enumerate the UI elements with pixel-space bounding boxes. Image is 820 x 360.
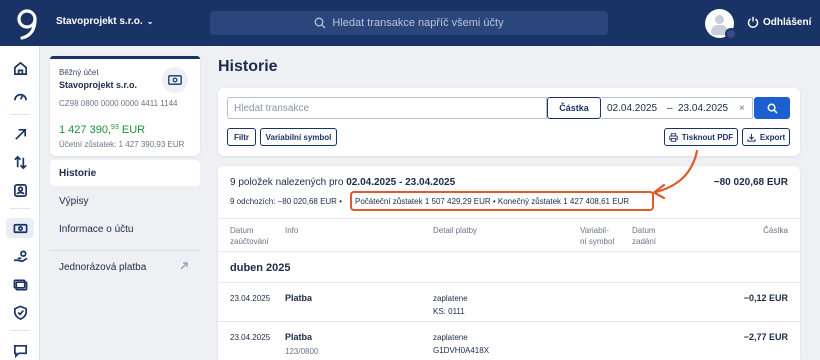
left-nav-rail: [0, 46, 40, 360]
account-type: Běžný účet: [59, 68, 99, 77]
company-selector[interactable]: Stavoprojekt s.r.o. ⌄: [56, 16, 153, 27]
contacts-icon[interactable]: [10, 180, 30, 200]
search-button[interactable]: [754, 97, 790, 119]
send-payment-icon[interactable]: [10, 124, 30, 144]
global-search-input[interactable]: Hledat transakce napříč všemi účty: [210, 11, 608, 35]
download-icon: [747, 133, 756, 142]
search-icon: [314, 17, 326, 29]
cards-icon[interactable]: [10, 274, 30, 294]
savings-hand-icon[interactable]: [10, 246, 30, 266]
clear-dates-icon[interactable]: ×: [739, 103, 745, 114]
column-posting-date[interactable]: Datum zaúčtování: [230, 225, 269, 247]
row-detail: zaplatene: [433, 333, 468, 342]
menu-item-jednorazova-platba[interactable]: Jednorázová platba: [50, 254, 200, 280]
row-detail-secondary: G1DVH0A418X: [433, 346, 490, 355]
chevron-down-icon: ⌄: [146, 17, 154, 26]
date-from[interactable]: 02.04.2025: [607, 103, 657, 114]
row-detail: zaplatene: [433, 294, 468, 303]
transfer-arrows-icon[interactable]: [10, 152, 30, 172]
column-info[interactable]: Info: [285, 225, 298, 236]
filter-button[interactable]: Filtr: [227, 128, 256, 146]
avatar-badge-icon: [725, 28, 737, 40]
filter-panel: Hledat transakce Částka 02.04.2025 – 23.…: [218, 88, 800, 156]
account-name: Stavoprojekt s.r.o.: [59, 80, 138, 90]
company-name: Stavoprojekt s.r.o.: [56, 16, 143, 27]
bank-logo-icon[interactable]: [12, 6, 42, 40]
chat-icon[interactable]: [10, 340, 30, 360]
row-detail-secondary: KS: 0111: [433, 307, 465, 316]
variable-symbol-button[interactable]: Variabilní symbol: [260, 128, 337, 146]
date-range-field[interactable]: 02.04.2025 – 23.04.2025 ×: [601, 97, 753, 119]
global-search-placeholder: Hledat transakce napříč všemi účty: [332, 17, 504, 29]
banknote-icon: [162, 67, 188, 93]
single-payment-label: Jednorázová platba: [59, 261, 147, 273]
menu-item-informace[interactable]: Informace o účtu: [50, 216, 200, 242]
month-heading: duben 2025: [230, 262, 291, 274]
search-icon: [767, 103, 778, 114]
row-date: 23.04.2025: [230, 294, 271, 303]
row-date: 23.04.2025: [230, 333, 271, 342]
row-amount: −2,77 EUR: [743, 332, 788, 342]
row-info: Platba: [285, 293, 313, 303]
export-button[interactable]: Export: [742, 128, 790, 146]
print-pdf-label: Tisknout PDF: [681, 132, 734, 142]
results-total: −80 020,68 EUR: [713, 177, 788, 188]
user-avatar[interactable]: [705, 9, 737, 40]
top-bar: Stavoprojekt s.r.o. ⌄ Hledat transakce n…: [0, 0, 820, 46]
page-title: Historie: [218, 58, 278, 75]
column-detail[interactable]: Detail platby: [433, 225, 477, 236]
balances-summary: Počáteční zůstatek 1 507 429,29 EUR • Ko…: [355, 197, 630, 206]
transaction-search-placeholder: Hledat transakce: [234, 102, 310, 114]
arrow-up-right-icon: [180, 262, 188, 270]
dashboard-gauge-icon[interactable]: [10, 86, 30, 106]
table-header: Datum zaúčtování Info Detail platby Varia…: [218, 218, 800, 252]
account-balance: 1 427 390,93 EUR: [59, 124, 146, 136]
menu-item-historie[interactable]: Historie: [50, 160, 200, 186]
export-label: Export: [759, 132, 786, 142]
annotation-arrow-icon: [652, 149, 699, 200]
row-amount: −0,12 EUR: [743, 293, 788, 303]
logout-button[interactable]: Odhlášení: [747, 16, 811, 28]
amount-button[interactable]: Částka: [547, 97, 601, 119]
printer-icon: [669, 132, 678, 142]
home-icon[interactable]: [10, 58, 30, 78]
account-card[interactable]: Běžný účet Stavoprojekt s.r.o. CZ98 0800…: [50, 56, 200, 156]
column-variable-symbol[interactable]: Variabil-ní symbol: [580, 225, 614, 247]
date-to[interactable]: 23.04.2025: [678, 103, 728, 114]
column-entered-date[interactable]: Datum zadání: [632, 225, 656, 247]
transaction-search-input[interactable]: Hledat transakce: [227, 97, 547, 119]
column-amount[interactable]: Částka: [763, 225, 788, 236]
results-panel: 9 položek nalezených pro 02.04.2025 - 23…: [218, 166, 800, 360]
print-pdf-button[interactable]: Tisknout PDF: [664, 128, 738, 146]
accounting-balance: Účetní zůstatek: 1 427 390,93 EUR: [59, 140, 185, 149]
menu-item-vypisy[interactable]: Výpisy: [50, 188, 200, 214]
row-info: Platba: [285, 332, 313, 342]
accounts-icon[interactable]: [6, 218, 34, 238]
results-summary: 9 položek nalezených pro 02.04.2025 - 23…: [230, 177, 456, 188]
account-number: CZ98 0800 0000 0000 4411 1144: [59, 99, 178, 108]
row-info-secondary: 123/0800: [285, 347, 319, 356]
shield-icon[interactable]: [10, 302, 30, 322]
date-separator: –: [667, 102, 673, 114]
logout-label: Odhlášení: [763, 16, 812, 28]
power-icon: [747, 16, 759, 28]
outgoing-summary: 9 odchozích: −80 020,68 EUR •: [230, 197, 342, 206]
